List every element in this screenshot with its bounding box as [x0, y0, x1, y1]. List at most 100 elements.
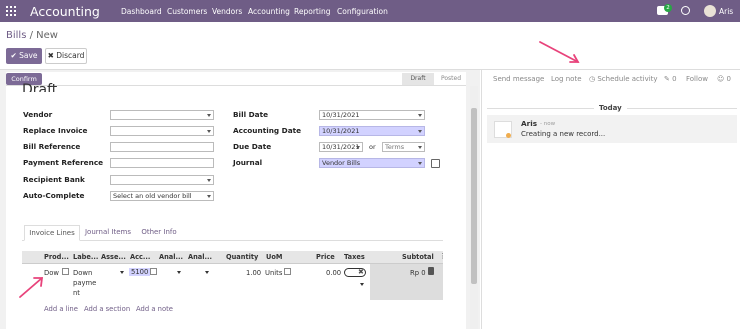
- messages-badge: 2: [664, 4, 672, 12]
- activity-clock-icon[interactable]: [681, 6, 690, 15]
- accounting-date-input[interactable]: 10/31/2021: [319, 126, 425, 136]
- vendor-select[interactable]: [110, 110, 214, 120]
- bill-date-input[interactable]: 10/31/2021: [319, 110, 425, 120]
- arrow-to-schedule-activity: [539, 41, 579, 63]
- send-message-button[interactable]: Send message: [493, 75, 544, 83]
- tab-other-info[interactable]: Other Info: [136, 225, 182, 241]
- menu-vendors[interactable]: Vendors: [212, 7, 242, 16]
- column-options-icon[interactable]: ⋮: [439, 252, 446, 260]
- user-icon: ☺: [717, 75, 727, 83]
- scrollbar-thumb[interactable]: [471, 108, 477, 284]
- add-line-link[interactable]: Add a line: [44, 305, 78, 313]
- line-label-2[interactable]: payme: [73, 279, 96, 287]
- message-time: - now: [540, 121, 556, 127]
- bill-reference-label: Bill Reference: [23, 142, 81, 151]
- user-name[interactable]: Aris: [719, 7, 733, 16]
- chevron-down-icon: [207, 130, 211, 133]
- attachments-button[interactable]: ✎ 0: [664, 75, 677, 83]
- taxes-dropdown-icon[interactable]: [360, 283, 364, 286]
- line-uom[interactable]: Units: [265, 269, 282, 277]
- message-body: Creating a new record...: [521, 130, 606, 138]
- journal-label: Journal: [233, 158, 263, 167]
- check-icon: ✔: [10, 51, 20, 60]
- bill-reference-input[interactable]: [110, 142, 214, 152]
- recipient-bank-select[interactable]: [110, 175, 214, 185]
- payment-reference-input[interactable]: [110, 158, 214, 168]
- follow-button[interactable]: Follow: [686, 75, 708, 83]
- schedule-activity-button[interactable]: ◷ Schedule activity: [589, 75, 658, 83]
- close-icon[interactable]: ✖: [358, 268, 364, 276]
- bill-date-label: Bill Date: [233, 110, 269, 119]
- col-analytic-tags[interactable]: Anal...: [188, 253, 212, 261]
- due-date-label: Due Date: [233, 142, 272, 151]
- menu-configuration[interactable]: Configuration: [337, 7, 388, 16]
- col-uom[interactable]: UoM: [266, 253, 282, 261]
- external-link-icon[interactable]: [431, 159, 440, 168]
- chevron-down-icon: [418, 146, 422, 149]
- external-link-icon[interactable]: [62, 268, 69, 275]
- breadcrumb-current: New: [36, 30, 58, 41]
- external-link-icon[interactable]: [284, 268, 291, 275]
- statusbar: [6, 72, 466, 86]
- auto-complete-label: Auto-Complete: [23, 191, 85, 200]
- breadcrumb-bills[interactable]: Bills: [6, 30, 26, 41]
- line-account[interactable]: 5100: [129, 268, 151, 276]
- col-quantity[interactable]: Quantity: [226, 253, 258, 261]
- col-asset[interactable]: Asse...: [101, 253, 126, 261]
- menu-accounting[interactable]: Accounting: [248, 7, 290, 16]
- menu-reporting[interactable]: Reporting: [294, 7, 330, 16]
- line-price[interactable]: 0.00: [326, 269, 341, 277]
- col-label[interactable]: Labe...: [73, 253, 98, 261]
- date-separator: Today: [594, 104, 627, 112]
- col-analytic-account[interactable]: Anal...: [159, 253, 183, 261]
- col-taxes[interactable]: Taxes: [344, 253, 365, 261]
- journal-select[interactable]: Vendor Bills: [319, 158, 425, 168]
- auto-complete-select[interactable]: Select an old vendor bill: [110, 191, 214, 201]
- chevron-down-icon: [207, 195, 211, 198]
- chevron-down-icon: [356, 146, 360, 149]
- menu-customers[interactable]: Customers: [167, 7, 207, 16]
- payment-terms-select[interactable]: Terms: [382, 142, 425, 152]
- trash-icon[interactable]: [428, 267, 434, 275]
- tab-invoice-lines[interactable]: Invoice Lines: [24, 225, 80, 241]
- replace-invoice-select[interactable]: [110, 126, 214, 136]
- menu-dashboard[interactable]: Dashboard: [121, 7, 162, 16]
- breadcrumb: Bills / New: [6, 30, 58, 41]
- analytic-dropdown-icon[interactable]: [177, 271, 181, 274]
- line-label-3[interactable]: nt: [73, 289, 80, 297]
- stage-posted[interactable]: Posted: [436, 73, 466, 85]
- payment-reference-label: Payment Reference: [23, 158, 104, 167]
- presence-status-icon: [506, 133, 511, 138]
- col-product[interactable]: Prod...: [44, 253, 69, 261]
- discard-button[interactable]: ✖ Discard: [45, 48, 87, 64]
- col-account[interactable]: Acc...: [130, 253, 150, 261]
- due-date-input[interactable]: 10/31/2021: [319, 142, 363, 152]
- followers-button[interactable]: ☺ 0: [717, 75, 731, 83]
- chevron-down-icon: [418, 130, 422, 133]
- asset-dropdown-icon[interactable]: [120, 271, 124, 274]
- taxes-tag-input[interactable]: ✖: [344, 268, 366, 277]
- message-author[interactable]: Aris: [521, 119, 537, 128]
- stage-draft: Draft: [402, 73, 434, 85]
- vendor-label: Vendor: [23, 110, 53, 119]
- top-navbar: Accounting Dashboard Customers Vendors A…: [0, 0, 740, 22]
- line-label-1[interactable]: Down: [73, 269, 92, 277]
- line-subtotal: Rp 0: [410, 269, 426, 277]
- tab-journal-items[interactable]: Journal Items: [81, 225, 135, 241]
- external-link-icon[interactable]: [150, 268, 157, 275]
- save-button[interactable]: ✔ Save: [6, 48, 42, 64]
- or-text: or: [369, 143, 376, 151]
- line-quantity[interactable]: 1.00: [246, 269, 261, 277]
- user-avatar[interactable]: [704, 5, 716, 17]
- chevron-down-icon: [418, 162, 422, 165]
- line-product[interactable]: Dow: [44, 269, 59, 277]
- add-section-link[interactable]: Add a section: [84, 305, 130, 313]
- chevron-down-icon: [207, 114, 211, 117]
- app-title[interactable]: Accounting: [30, 4, 100, 19]
- analytic-tags-dropdown-icon[interactable]: [205, 271, 209, 274]
- col-subtotal[interactable]: Subtotal: [402, 253, 434, 261]
- apps-menu-icon[interactable]: [6, 6, 16, 16]
- col-price[interactable]: Price: [316, 253, 335, 261]
- add-note-link[interactable]: Add a note: [136, 305, 173, 313]
- log-note-button[interactable]: Log note: [551, 75, 582, 83]
